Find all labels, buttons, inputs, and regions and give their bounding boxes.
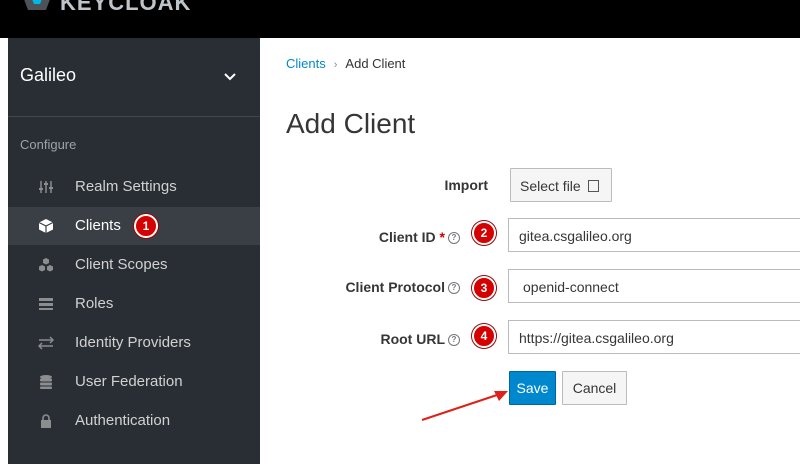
annotation-badge-3: 3 — [472, 276, 496, 300]
help-icon[interactable]: ? — [448, 334, 460, 347]
breadcrumb: Clients › Add Client — [286, 56, 405, 71]
sidebar-item-label: Identity Providers — [75, 334, 191, 351]
sidebar-item-identity-providers[interactable]: Identity Providers — [8, 324, 260, 362]
cancel-button[interactable]: Cancel — [562, 371, 627, 405]
client-protocol-select[interactable]: openid-connect — [508, 269, 800, 303]
breadcrumb-clients-link[interactable]: Clients — [286, 56, 326, 71]
sidebar-item-label: Roles — [75, 295, 114, 312]
sidebar-item-label: Client Scopes — [75, 256, 168, 273]
sidebar: Galileo Configure Realm Settings Clients… — [8, 38, 260, 464]
main-content: Clients › Add Client Add Client Import Sel… — [260, 38, 800, 464]
exchange-icon — [38, 336, 54, 350]
section-label-configure: Configure — [20, 137, 77, 152]
client-protocol-label: Client Protocol? — [345, 279, 460, 295]
breadcrumb-current: Add Client — [345, 56, 406, 71]
sidebar-item-clients[interactable]: Clients 1 — [8, 207, 260, 245]
save-button[interactable]: Save — [509, 371, 556, 405]
sidebar-item-label: Authentication — [75, 412, 171, 429]
page-title: Add Client — [286, 108, 416, 139]
sliders-icon — [39, 181, 53, 193]
sidebar-item-label: User Federation — [75, 373, 183, 390]
top-navbar: KEYCLOAK — [0, 0, 800, 38]
client-id-label: Client ID *? — [379, 229, 460, 245]
help-icon[interactable]: ? — [448, 282, 460, 295]
sidebar-item-client-scopes[interactable]: Client Scopes — [8, 246, 260, 284]
cubes-icon — [39, 258, 53, 272]
import-label: Import — [444, 177, 488, 193]
required-asterisk: * — [439, 229, 445, 245]
sidebar-item-realm-settings[interactable]: Realm Settings — [8, 168, 260, 206]
keycloak-logo-icon — [24, 0, 50, 10]
sidebar-item-roles[interactable]: Roles — [8, 285, 260, 323]
database-icon — [40, 375, 52, 389]
sidebar-item-user-federation[interactable]: User Federation — [8, 363, 260, 401]
logo-text: KEYCLOAK — [60, 0, 192, 15]
sidebar-item-authentication[interactable]: Authentication — [8, 402, 260, 440]
root-url-field[interactable]: https://gitea.csgalileo.org — [508, 320, 800, 354]
annotation-badge-1: 1 — [134, 214, 158, 238]
help-icon[interactable]: ? — [448, 232, 460, 245]
annotation-badge-2: 2 — [472, 221, 496, 245]
list-icon — [39, 298, 53, 310]
annotation-badge-4: 4 — [472, 324, 496, 348]
chevron-right-icon: › — [333, 59, 338, 71]
sidebar-item-label: Realm Settings — [75, 178, 177, 195]
realm-selector[interactable]: Galileo — [8, 38, 260, 117]
annotation-arrow-icon — [421, 391, 508, 421]
root-url-label: Root URL? — [380, 331, 460, 347]
chevron-down-icon — [224, 73, 236, 81]
select-file-button[interactable]: Select file — [510, 168, 612, 202]
realm-name: Galileo — [20, 65, 77, 85]
client-id-field[interactable]: gitea.csgalileo.org — [508, 218, 800, 252]
file-icon — [587, 180, 599, 192]
cube-icon — [38, 219, 54, 233]
sidebar-item-label: Clients — [75, 217, 121, 234]
lock-icon — [41, 414, 51, 428]
